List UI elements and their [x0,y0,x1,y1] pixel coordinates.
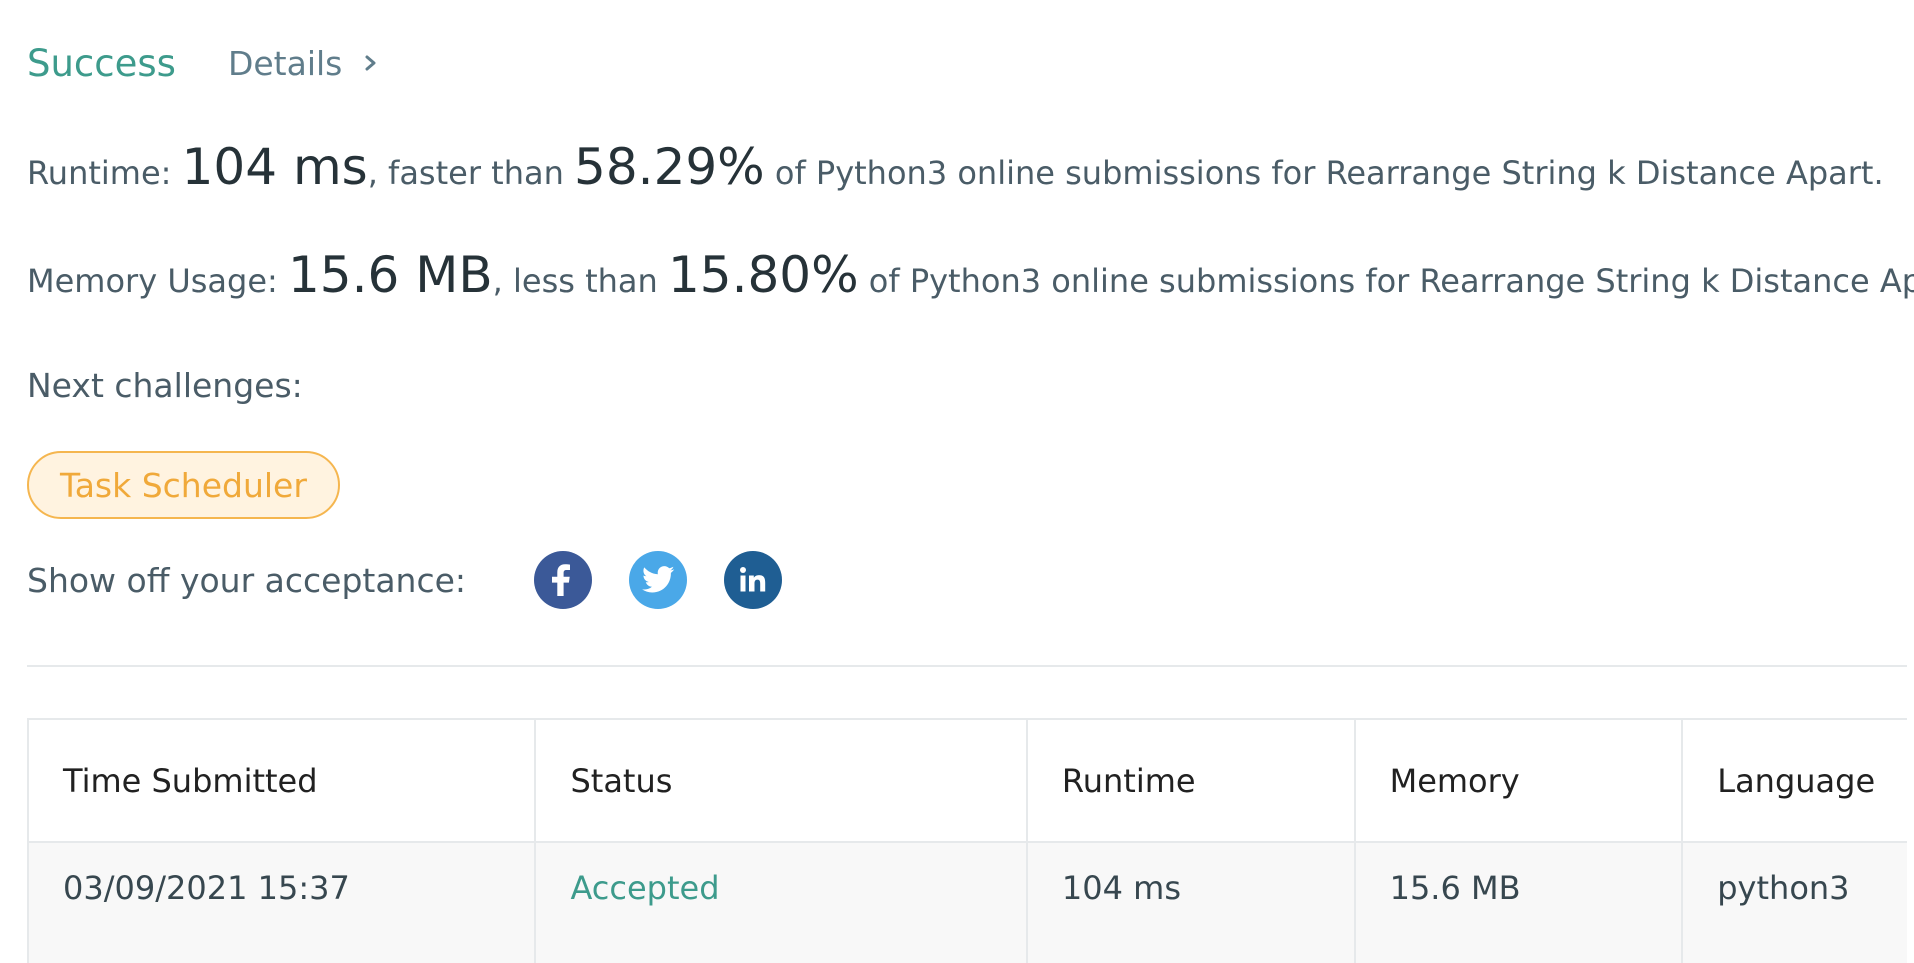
details-label: Details [227,43,343,83]
cell-memory: 15.6 MB [1356,843,1684,963]
memory-stat: Memory Usage: 15.6 MB , less than 15.80%… [27,246,1914,304]
result-header: Success Details [27,38,382,88]
memory-value: 15.6 MB [287,246,493,304]
linkedin-share-button[interactable] [724,551,783,609]
header-memory: Memory [1356,720,1684,841]
cell-language: python3 [1717,869,1850,907]
table-row: 03/09/2021 15:37 Accepted 104 ms 15.6 MB… [29,843,1907,963]
header-language: Language [1717,761,1876,800]
facebook-icon [552,564,571,596]
linkedin-icon [740,567,766,592]
social-buttons [534,551,819,609]
memory-prefix: Memory Usage: [27,262,278,300]
header-time-submitted: Time Submitted [29,720,537,841]
share-label: Show off your acceptance: [27,560,467,600]
submissions-table: Time Submitted Status Runtime Memory Lan… [27,718,1907,963]
memory-suffix: of Python3 online submissions for Rearra… [868,262,1914,300]
next-challenges-label: Next challenges: [27,366,303,405]
runtime-percent: 58.29% [574,138,765,196]
cell-runtime: 104 ms [1028,843,1356,963]
runtime-value: 104 ms [181,138,368,196]
challenge-task-scheduler[interactable]: Task Scheduler [27,451,340,519]
facebook-share-button[interactable] [534,551,593,609]
cell-status-accepted[interactable]: Accepted [536,843,1028,963]
result-status: Success [27,41,176,85]
details-link[interactable]: Details [228,44,382,83]
runtime-suffix: of Python3 online submissions for Rearra… [774,154,1884,192]
chevron-right-icon [365,55,376,71]
table-header-row: Time Submitted Status Runtime Memory Lan… [29,720,1907,843]
submission-result: Success Details Runtime: 104 ms , faster… [27,0,1914,963]
runtime-prefix: Runtime: [27,154,172,192]
twitter-icon [642,566,675,593]
header-runtime: Runtime [1028,720,1356,841]
divider [27,665,1907,667]
header-status: Status [536,720,1028,841]
memory-percent: 15.80% [667,246,859,304]
twitter-share-button[interactable] [629,551,688,609]
runtime-mid: , faster than [367,154,564,192]
memory-mid: , less than [492,262,658,300]
cell-time-submitted: 03/09/2021 15:37 [29,843,537,963]
share-row: Show off your acceptance: [27,548,819,612]
runtime-stat: Runtime: 104 ms , faster than 58.29% of … [27,138,1884,196]
